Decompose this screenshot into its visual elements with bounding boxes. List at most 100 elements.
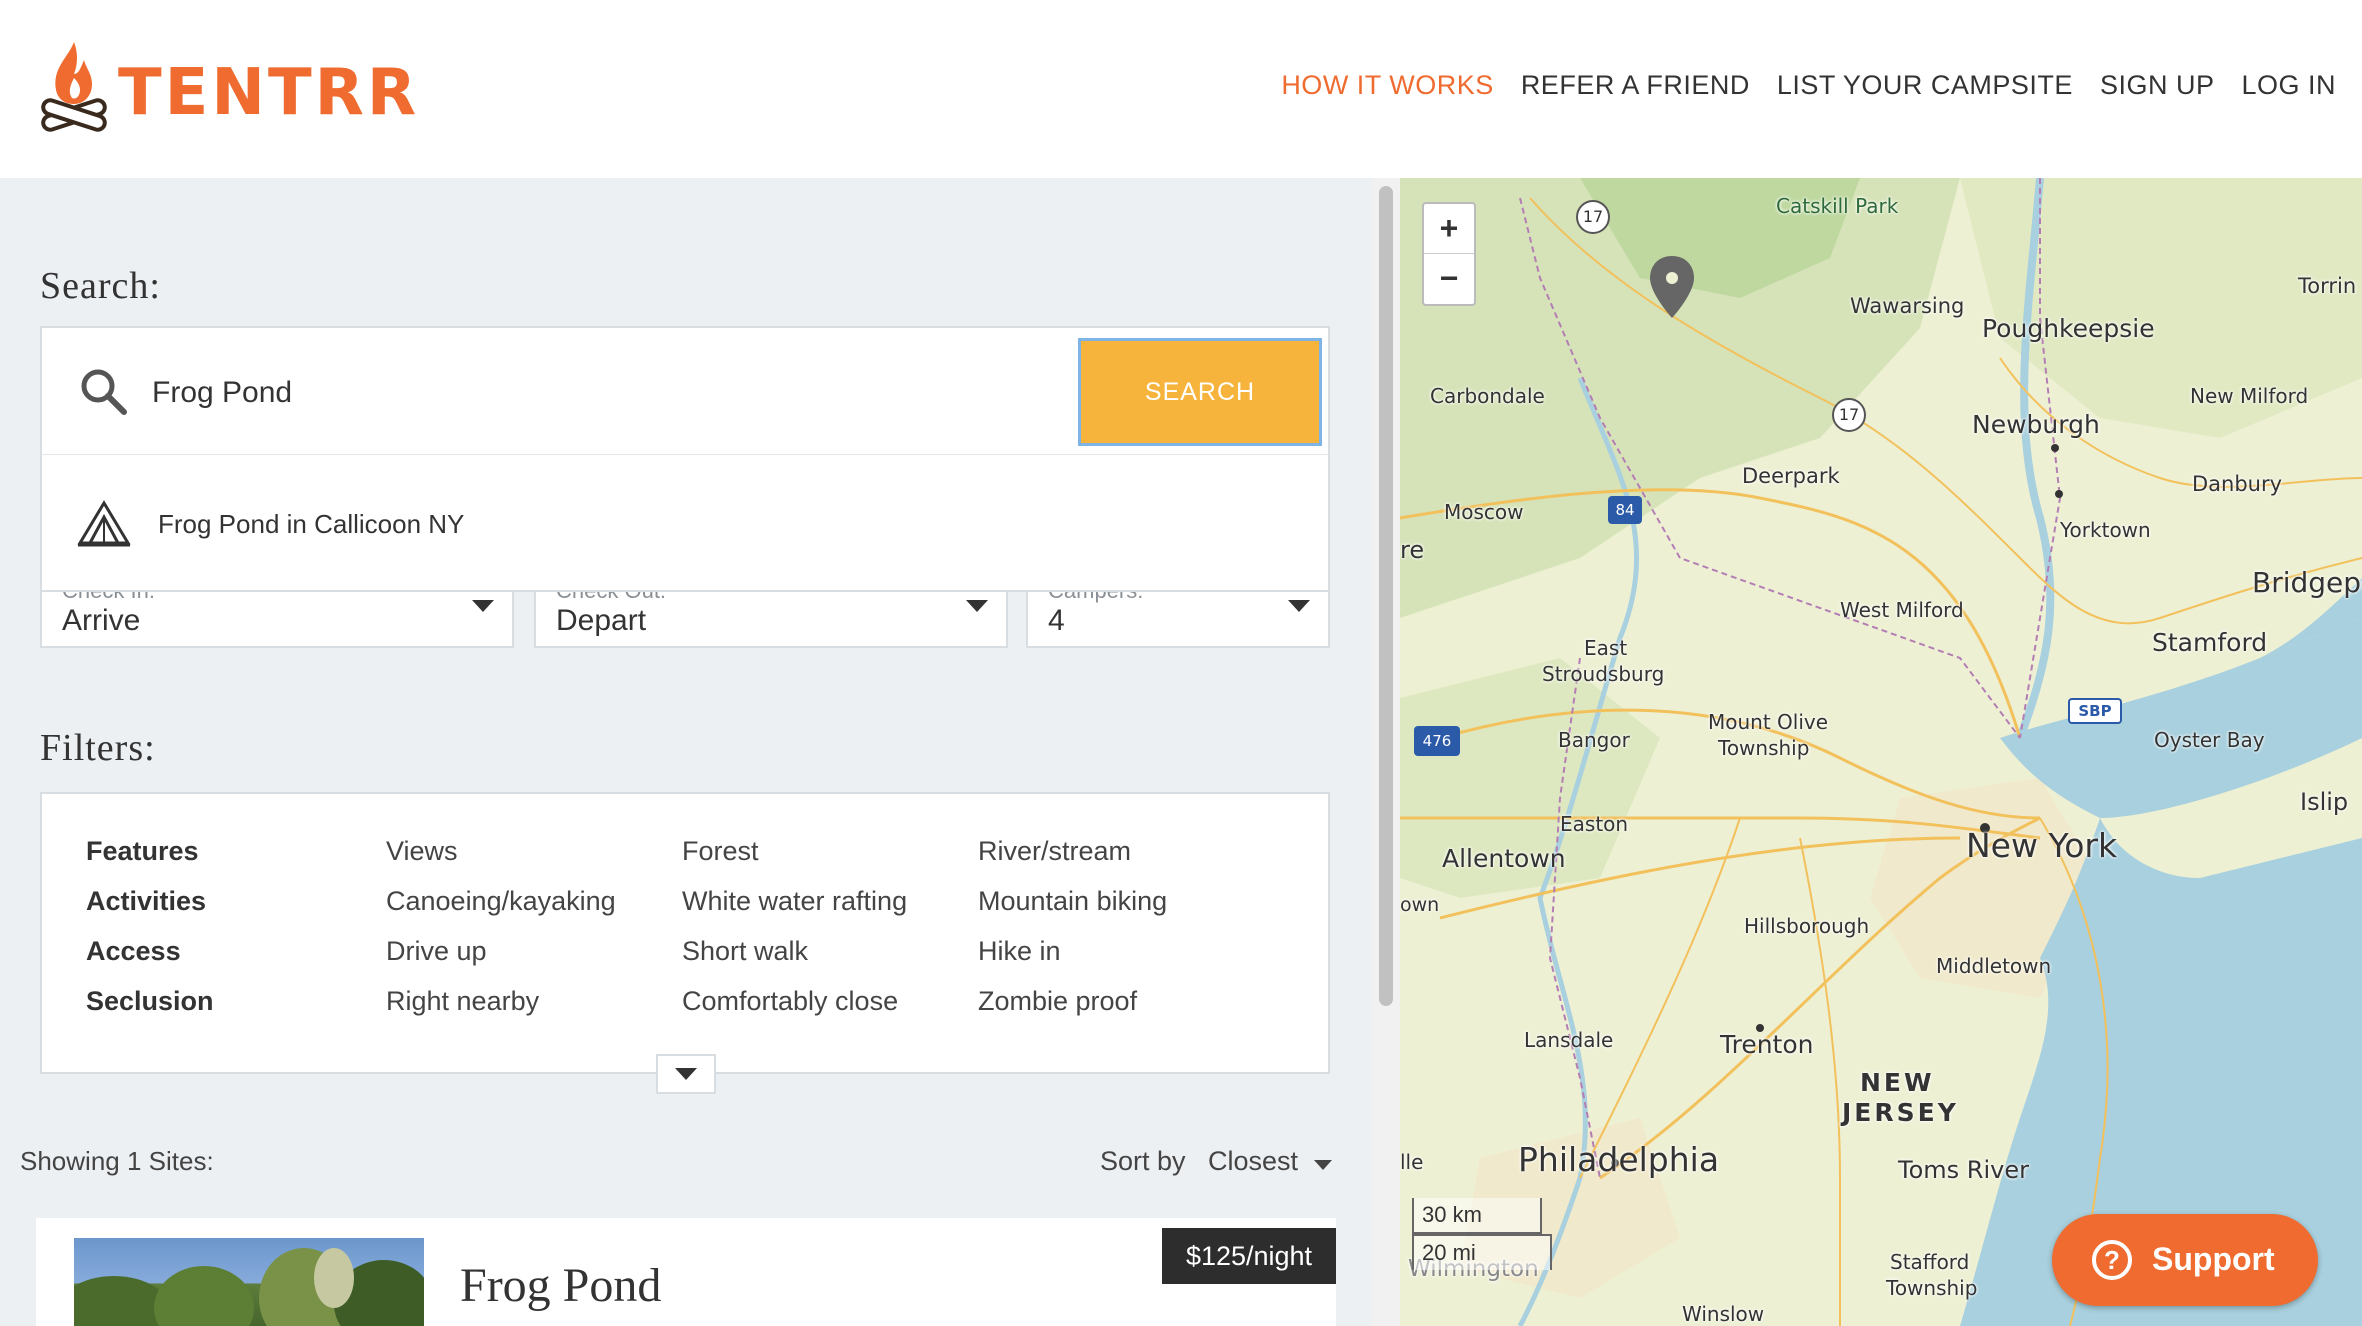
nav-refer-a-friend[interactable]: REFER A FRIEND xyxy=(1521,70,1750,101)
result-name[interactable]: Frog Pond xyxy=(460,1258,661,1313)
filter-option[interactable]: Drive up xyxy=(386,936,487,967)
search-heading: Search: xyxy=(40,265,161,307)
zoom-in-button[interactable]: + xyxy=(1424,204,1474,254)
result-card[interactable]: Frog Pond $125/night xyxy=(36,1218,1336,1326)
scale-mi: 20 mi xyxy=(1412,1234,1552,1270)
chevron-down-icon xyxy=(966,600,988,612)
price-badge: $125/night xyxy=(1162,1228,1336,1284)
map-label-toms-river: Toms River xyxy=(1898,1156,2029,1184)
map-label-easton: Easton xyxy=(1560,812,1629,836)
map-label-bridgeport: Bridgepo xyxy=(2252,566,2362,599)
map-label-hillsborough: Hillsborough xyxy=(1744,914,1870,938)
map-label-own: own xyxy=(1400,894,1440,916)
zoom-out-button[interactable]: − xyxy=(1424,254,1474,304)
filter-option[interactable]: Zombie proof xyxy=(978,986,1137,1017)
filters-heading: Filters: xyxy=(40,727,156,769)
chevron-down-icon xyxy=(1288,600,1310,612)
panel-scrollbar[interactable] xyxy=(1372,178,1400,1326)
route-17-shield: 17 xyxy=(1576,200,1610,234)
filter-option[interactable]: Views xyxy=(386,836,458,867)
map-label-moscow: Moscow xyxy=(1444,500,1524,524)
search-button[interactable]: SEARCH xyxy=(1078,338,1322,446)
map-label-mount-olive: Mount Olive xyxy=(1708,710,1829,734)
search-input[interactable] xyxy=(152,366,1052,420)
support-button[interactable]: ? Support xyxy=(2052,1214,2318,1306)
brand-name: TENTRR xyxy=(118,56,420,130)
nav-log-in[interactable]: LOG IN xyxy=(2241,70,2336,101)
search-suggestion[interactable]: Frog Pond in Callicoon NY xyxy=(40,454,1330,592)
map-label-islip: Islip xyxy=(2300,788,2349,816)
tent-icon xyxy=(77,500,131,547)
nav-how-it-works[interactable]: HOW IT WORKS xyxy=(1281,70,1494,101)
map-label-lansdale: Lansdale xyxy=(1524,1028,1614,1052)
chevron-down-icon xyxy=(675,1068,697,1080)
check-in-value: Arrive xyxy=(62,604,141,637)
map-label-lle: lle xyxy=(1400,1150,1424,1174)
filter-row-features: Features Views Forest River/stream xyxy=(86,836,1286,876)
expand-filters-button[interactable] xyxy=(656,1054,716,1094)
map-label-allentown: Allentown xyxy=(1442,844,1566,873)
search-panel: Search: SEARCH Frog Pond in Callicoon NY… xyxy=(0,178,1372,1326)
map[interactable]: 17 17 84 476 SBP Catskill Park Wawarsing… xyxy=(1400,178,2362,1326)
map-label-poughkeepsie: Poughkeepsie xyxy=(1982,314,2155,343)
tentrr-logo[interactable]: TENTRR xyxy=(38,38,416,138)
map-label-trenton: Trenton xyxy=(1720,1030,1814,1059)
results-count: Showing 1 Sites: xyxy=(20,1146,214,1176)
map-label-catskill-park: Catskill Park xyxy=(1776,194,1899,218)
campsite-photo xyxy=(74,1238,424,1326)
map-label-new: NEW xyxy=(1860,1068,1935,1097)
map-label-oyster-bay: Oyster Bay xyxy=(2154,728,2265,752)
filter-row-activities: Activities Canoeing/kayaking White water… xyxy=(86,886,1286,926)
map-label-middletown: Middletown xyxy=(1936,954,2052,978)
filter-option[interactable]: Forest xyxy=(682,836,759,867)
campers-value: 4 xyxy=(1048,604,1065,637)
filter-head: Features xyxy=(86,836,199,866)
map-label-jersey: JERSEY xyxy=(1842,1098,1959,1127)
map-label-danbury: Danbury xyxy=(2192,472,2283,496)
filter-row-seclusion: Seclusion Right nearby Comfortably close… xyxy=(86,986,1286,1026)
filter-option[interactable]: Comfortably close xyxy=(682,986,898,1017)
scrollbar-thumb[interactable] xyxy=(1379,186,1393,1006)
interstate-84-shield: 84 xyxy=(1608,496,1642,524)
filter-row-access: Access Drive up Short walk Hike in xyxy=(86,936,1286,976)
map-label-new-milford: New Milford xyxy=(2190,384,2309,408)
main-nav: HOW IT WORKS REFER A FRIEND LIST YOUR CA… xyxy=(1281,70,2336,101)
filter-option[interactable]: Hike in xyxy=(978,936,1061,967)
chevron-down-icon xyxy=(472,600,494,612)
map-label-stafford: Stafford xyxy=(1890,1250,1970,1274)
filters-panel: Features Views Forest River/stream Activ… xyxy=(40,792,1330,1074)
route-sbp-shield: SBP xyxy=(2068,698,2122,724)
map-label-torrington: Torrin xyxy=(2298,274,2357,298)
filter-option[interactable]: Canoeing/kayaking xyxy=(386,886,616,917)
map-label-newburgh: Newburgh xyxy=(1972,410,2100,439)
filter-option[interactable]: Short walk xyxy=(682,936,808,967)
map-label-carbondale: Carbondale xyxy=(1430,384,1545,408)
map-label-deerpark: Deerpark xyxy=(1742,464,1840,488)
map-label-township: Township xyxy=(1718,736,1810,760)
chevron-down-icon xyxy=(1314,1160,1332,1170)
filter-option[interactable]: River/stream xyxy=(978,836,1131,867)
filter-option[interactable]: Mountain biking xyxy=(978,886,1167,917)
help-icon: ? xyxy=(2092,1240,2132,1280)
map-label-west-milford: West Milford xyxy=(1840,598,1964,622)
map-label-philadelphia: Philadelphia xyxy=(1518,1140,1720,1179)
nav-sign-up[interactable]: SIGN UP xyxy=(2100,70,2215,101)
site-header: TENTRR HOW IT WORKS REFER A FRIEND LIST … xyxy=(0,0,2362,178)
check-out-value: Depart xyxy=(556,604,647,637)
map-label-stroudsburg: Stroudsburg xyxy=(1542,662,1665,686)
campfire-logo-icon xyxy=(41,42,107,132)
sort-select[interactable]: Closest xyxy=(1208,1146,1298,1177)
map-label-yorktown: Yorktown xyxy=(2060,518,2151,542)
map-label-east: East xyxy=(1584,636,1628,660)
scale-km: 30 km xyxy=(1412,1198,1542,1234)
filter-option[interactable]: Right nearby xyxy=(386,986,539,1017)
map-label-new-york: New York xyxy=(1966,826,2118,865)
route-17-shield: 17 xyxy=(1832,398,1866,432)
map-label-stafford-township: Township xyxy=(1886,1276,1978,1300)
filter-head: Activities xyxy=(86,886,207,916)
zoom-control: + − xyxy=(1422,202,1476,306)
map-label-stamford: Stamford xyxy=(2152,628,2268,657)
sort-label: Sort by xyxy=(1100,1146,1186,1176)
nav-list-your-campsite[interactable]: LIST YOUR CAMPSITE xyxy=(1777,70,2073,101)
filter-option[interactable]: White water rafting xyxy=(682,886,907,917)
